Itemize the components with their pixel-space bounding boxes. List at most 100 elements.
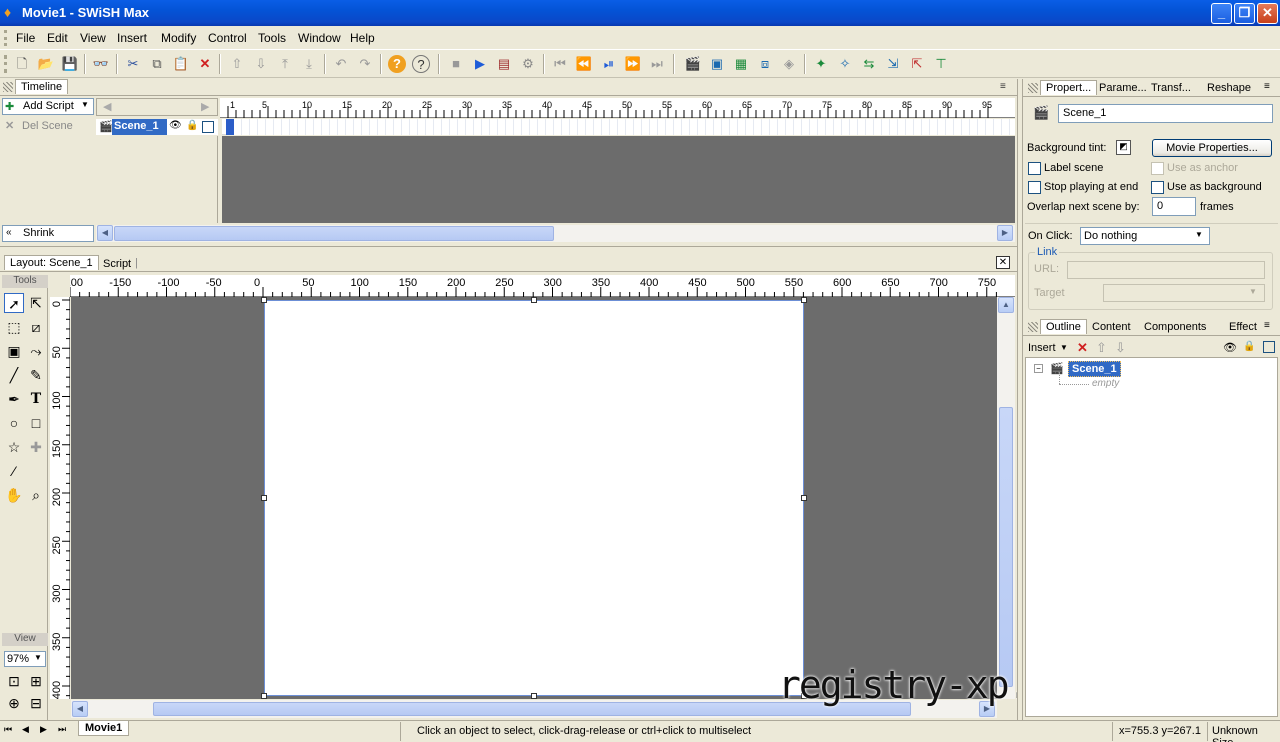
tint-color-picker[interactable]: ◩ [1116,140,1131,155]
panel-menu-icon[interactable]: ≡ [1000,81,1006,92]
text-effect-icon[interactable]: ⊤ [932,55,950,73]
layout-vertical-scrollbar[interactable]: ▲ [997,297,1015,699]
move-effect-icon[interactable]: ⇆ [860,55,878,73]
movie-tab[interactable]: Movie1 [78,721,130,736]
step-frame-icon[interactable]: ⏯ [600,55,618,73]
outline-toggle[interactable] [1263,341,1275,353]
menu-insert[interactable]: Insert [117,31,147,45]
redo-icon[interactable]: ↷ [356,55,374,73]
menu-window[interactable]: Window [298,31,341,45]
selection-handle[interactable] [261,297,267,303]
selection-handle[interactable] [801,495,807,501]
tab-properties[interactable]: Propert... [1040,80,1098,95]
scroll-left-button[interactable]: ◀ [72,701,88,717]
selection-handle[interactable] [261,693,267,699]
close-button[interactable]: ✕ [1257,3,1278,24]
delete-icon[interactable]: ✕ [1077,340,1088,356]
outline-toggle[interactable] [202,121,214,133]
rectangle-icon[interactable]: □ [26,413,46,433]
timeline-scroll-thumb[interactable] [114,226,554,241]
tab-content[interactable]: Content [1092,321,1131,333]
tab-reshape[interactable]: Reshape [1207,82,1251,94]
move-top-icon[interactable]: ⤒ [276,55,294,73]
lock-icon[interactable]: 🔒 [1243,341,1255,352]
undo-icon[interactable]: ↶ [332,55,350,73]
delete-icon[interactable]: ✕ [196,55,214,73]
move-down-icon[interactable]: ⇩ [1115,340,1126,356]
scene-frame-track[interactable] [222,119,1015,135]
menu-view[interactable]: View [80,31,106,45]
last-scene-icon[interactable]: ⏭ [58,724,66,735]
use-as-anchor-checkbox[interactable] [1151,162,1164,175]
text-tool-icon[interactable]: T [26,389,46,409]
insert-group-icon[interactable]: ⧈ [756,55,774,73]
scroll-right-button[interactable]: ▶ [997,225,1013,241]
menu-help[interactable]: Help [350,31,375,45]
menu-control[interactable]: Control [208,31,247,45]
vertical-scroll-thumb[interactable] [999,407,1013,687]
line-icon[interactable]: ╱ [4,365,24,385]
help-icon[interactable]: ? [388,55,406,73]
star-icon[interactable]: ☆ [4,437,24,457]
lock-icon[interactable]: 🔒 [186,120,198,131]
cut-icon[interactable]: ✂ [124,55,142,73]
zoom-icon[interactable]: ⌕ [26,485,46,505]
zoom-fit-icon[interactable]: ⊡ [4,671,24,691]
tab-components[interactable]: Components [1144,321,1206,333]
effect-icon[interactable]: ✦ [812,55,830,73]
pencil-icon[interactable]: ✎ [26,365,46,385]
minimize-button[interactable]: _ [1211,3,1232,24]
panel-menu-icon[interactable]: ≡ [1264,81,1270,92]
zoom-select[interactable]: 97% ▼ [4,651,46,667]
copy-icon[interactable]: ⧉ [148,55,166,73]
scroll-left-button[interactable]: ◀ [97,225,113,241]
open-folder-icon[interactable]: 📂 [37,55,55,73]
preview-glasses-icon[interactable]: 👓 [92,55,110,73]
tab-parameters[interactable]: Parame... [1099,82,1147,94]
tab-script[interactable]: Script [103,258,131,270]
scroll-right-icon[interactable]: ▶ [201,100,209,113]
play-icon[interactable]: ▶ [471,55,489,73]
skew-icon[interactable]: ⧄ [26,317,46,337]
scene-name[interactable]: Scene_1 [112,119,167,135]
timeline-scrollbar[interactable]: ◀ ▶ [96,225,1015,242]
close-layout-icon[interactable]: ✕ [996,256,1010,269]
hand-icon[interactable]: ✋ [4,485,24,505]
movie-properties-button[interactable]: Movie Properties... [1152,139,1272,157]
stage-area[interactable] [71,297,997,699]
add-script-button[interactable]: ✚ Add Script ▼ [2,98,94,115]
new-file-icon[interactable]: 🗋 [13,55,31,73]
autoshape-icon[interactable]: ✚ [26,437,46,457]
use-as-background-checkbox[interactable] [1151,181,1164,194]
next-scene-icon[interactable]: ▶ [40,724,47,735]
paste-icon[interactable]: 📋 [172,55,190,73]
url-input[interactable] [1067,261,1265,279]
prev-scene-icon[interactable]: ◀ [22,724,29,735]
overlap-input[interactable]: 0 [1152,197,1196,216]
menu-edit[interactable]: Edit [47,31,68,45]
selection-handle[interactable] [531,297,537,303]
last-frame-icon[interactable]: ⏭ [648,55,666,73]
menu-file[interactable]: File [16,31,35,45]
tab-effect[interactable]: Effect [1229,321,1257,333]
zoom-selection-icon[interactable]: ⊞ [26,671,46,691]
scene-row[interactable]: 🎬 Scene_1 👁 🔒 [96,119,218,135]
selection-handle[interactable] [531,693,537,699]
scroll-up-button[interactable]: ▲ [998,297,1014,313]
collapse-toggle[interactable]: − [1034,364,1043,373]
fast-forward-icon[interactable]: ⏩ [624,55,642,73]
context-help-icon[interactable]: ? [412,55,430,73]
play-effect-icon[interactable]: ⚙ [519,55,537,73]
eyedropper-icon[interactable]: ⁄ [4,461,24,481]
fill-transform-icon[interactable]: ▣ [4,341,24,361]
outline-insert-button[interactable]: Insert [1028,342,1056,354]
scene-name-input[interactable]: Scene_1 [1058,104,1273,123]
select-arrow-icon[interactable]: ➚ [4,293,24,313]
tab-layout-scene[interactable]: Layout: Scene_1 [4,255,99,270]
effect-2-icon[interactable]: ✧ [836,55,854,73]
fade-out-icon[interactable]: ⇱ [908,55,926,73]
insert-button-icon[interactable]: ◈ [780,55,798,73]
stage-canvas[interactable] [264,300,804,696]
move-down-icon[interactable]: ⇩ [252,55,270,73]
del-scene-button[interactable]: ✕ Del Scene [2,118,94,135]
